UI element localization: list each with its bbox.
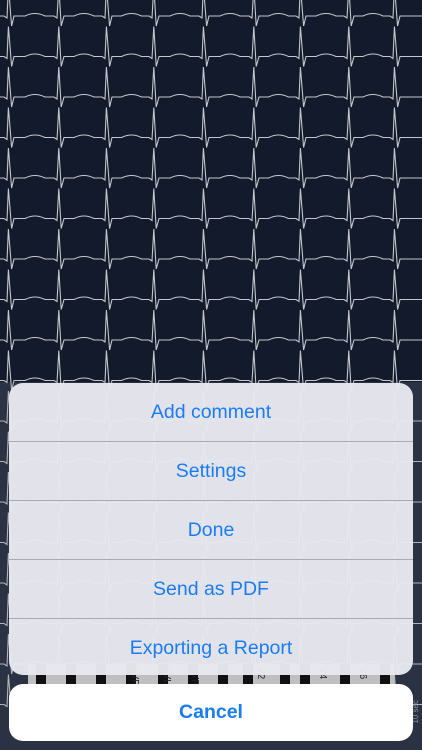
export-report-button[interactable]: Exporting a Report xyxy=(9,618,413,675)
ecg-trace-row xyxy=(0,188,422,229)
done-button[interactable]: Done xyxy=(9,500,413,559)
action-sheet: Add comment Settings Done Send as PDF Ex… xyxy=(9,383,413,675)
cancel-button[interactable]: Cancel xyxy=(9,684,413,741)
ecg-trace-row xyxy=(0,66,422,108)
ecg-trace-row xyxy=(0,269,422,310)
ecg-trace-row xyxy=(0,147,422,189)
ecg-trace-row xyxy=(0,228,422,270)
ecg-trace-row xyxy=(0,0,422,27)
ecg-trace-row xyxy=(0,309,422,351)
settings-button[interactable]: Settings xyxy=(9,441,413,500)
ecg-trace-row xyxy=(0,107,422,148)
add-comment-button[interactable]: Add comment xyxy=(9,383,413,441)
ecg-trace-row xyxy=(0,26,422,67)
send-as-pdf-button[interactable]: Send as PDF xyxy=(9,559,413,618)
